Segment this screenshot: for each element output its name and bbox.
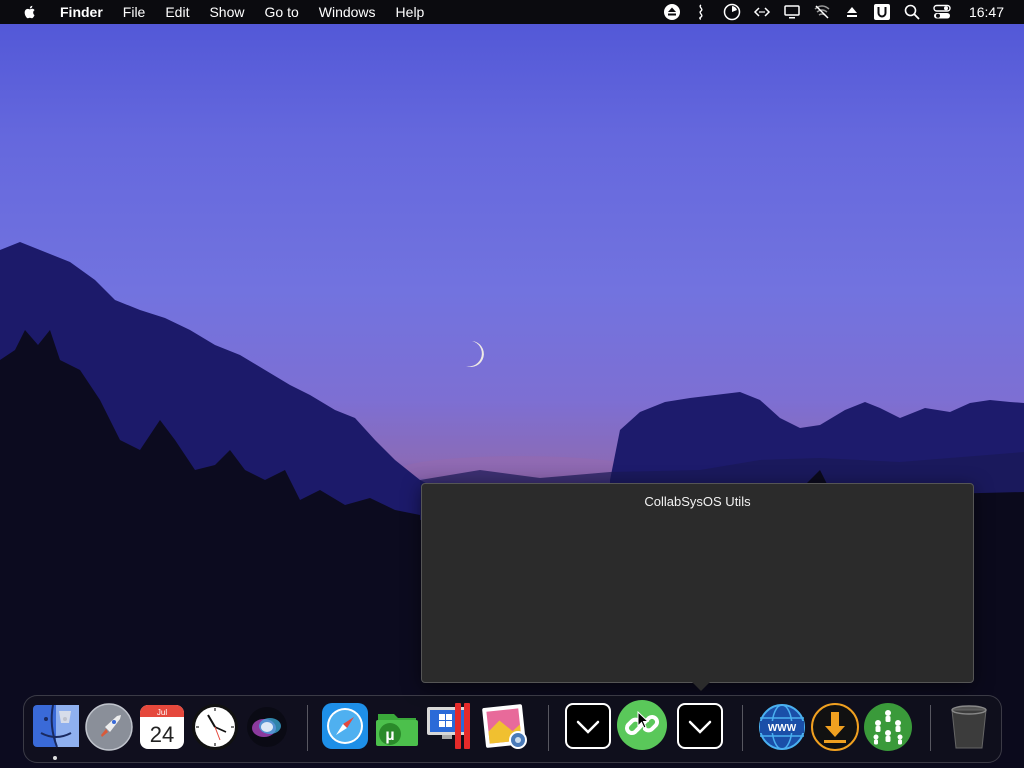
dock-siri[interactable] — [242, 702, 292, 752]
parallels-icon — [427, 703, 470, 749]
finder-running-indicator — [53, 756, 57, 760]
svg-text:µ: µ — [385, 727, 394, 744]
eject-icon[interactable] — [663, 3, 681, 21]
dock-trash[interactable] — [944, 702, 994, 752]
finder-icon — [33, 704, 79, 748]
menu-show[interactable]: Show — [199, 0, 254, 24]
menu-help[interactable]: Help — [386, 0, 435, 24]
upload-icon[interactable] — [843, 3, 861, 21]
chevron-down-icon — [565, 703, 611, 749]
calendar-day: 24 — [150, 722, 174, 747]
collabsysos-utils-popover: CollabSysOS Utils — [421, 483, 974, 683]
dock-download[interactable] — [810, 702, 860, 752]
clock-icon — [192, 704, 238, 750]
network-icon — [864, 703, 912, 751]
dock-utorrent[interactable]: µ — [372, 702, 422, 752]
menu-file[interactable]: File — [113, 0, 156, 24]
popover-arrow — [691, 681, 711, 691]
wifi-off-icon[interactable] — [813, 3, 831, 21]
u-icon[interactable] — [873, 3, 891, 21]
dock-safari[interactable] — [320, 701, 370, 751]
calendar-icon: Jul 24 — [140, 705, 184, 749]
download-icon — [811, 703, 859, 751]
dock-separator-1 — [307, 705, 308, 751]
dock-dropdown-b[interactable] — [675, 701, 725, 751]
dock-preview[interactable] — [480, 702, 530, 752]
dock-calendar[interactable]: Jul 24 — [137, 702, 187, 752]
chevron-down-icon — [677, 703, 723, 749]
mouse-cursor-icon — [637, 711, 649, 729]
menu-go-to[interactable]: Go to — [255, 0, 309, 24]
code-icon[interactable] — [753, 3, 771, 21]
dock-dropdown-a[interactable] — [563, 701, 613, 751]
rocket-icon — [85, 703, 133, 751]
dock-separator-2 — [548, 705, 549, 751]
menu-windows[interactable]: Windows — [309, 0, 386, 24]
menu-app-name[interactable]: Finder — [52, 0, 113, 24]
apple-menu-icon[interactable] — [22, 4, 38, 20]
svg-text:WWW: WWW — [768, 723, 797, 734]
dock-parallels[interactable] — [425, 701, 475, 751]
dock-network[interactable] — [863, 702, 913, 752]
audio-icon[interactable] — [693, 3, 711, 21]
timer-icon[interactable] — [723, 3, 741, 21]
search-icon[interactable] — [903, 3, 921, 21]
dock-www[interactable]: WWW — [757, 702, 807, 752]
siri-icon — [247, 707, 287, 747]
display-icon[interactable] — [783, 3, 801, 21]
menu-edit[interactable]: Edit — [155, 0, 199, 24]
dock-separator-3 — [742, 705, 743, 751]
trash-icon — [951, 705, 987, 749]
dock-separator-4 — [930, 705, 931, 751]
dock-launchpad[interactable] — [84, 702, 134, 752]
dock-clock[interactable] — [190, 702, 240, 752]
popover-title: CollabSysOS Utils — [644, 494, 751, 509]
preview-icon — [482, 704, 527, 749]
utorrent-icon: µ — [376, 714, 418, 746]
globe-icon: WWW — [759, 704, 805, 750]
control-center-icon[interactable] — [933, 3, 951, 21]
menu-bar-clock[interactable]: 16:47 — [969, 4, 1004, 20]
menu-bar: Finder File Edit Show Go to Windows Help — [0, 0, 1024, 24]
compass-icon — [322, 703, 368, 749]
calendar-month: Jul — [157, 708, 167, 717]
dock-finder[interactable] — [31, 701, 81, 751]
